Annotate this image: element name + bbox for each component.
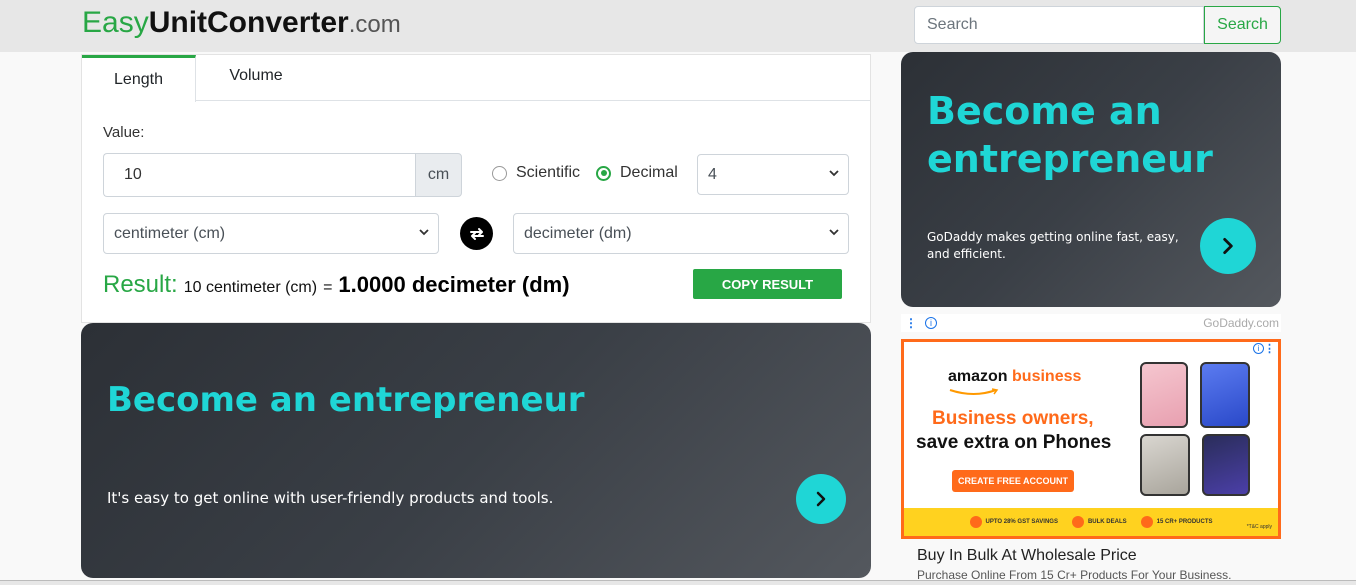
ad-info-icon[interactable]: i	[925, 317, 937, 329]
site-header: EasyUnitConverter.com Search	[0, 0, 1356, 52]
chevron-down-icon	[829, 229, 839, 236]
from-unit-value: centimeter (cm)	[114, 224, 226, 242]
copy-result-button[interactable]: COPY RESULT	[693, 269, 842, 299]
decimal-radio-label: Decimal	[620, 164, 678, 181]
ad-attribution-bar: ⋮ i GoDaddy.com	[901, 314, 1281, 332]
page-bottom-edge	[0, 580, 1356, 585]
amazon-business-ad[interactable]: i ⋮ amazon business Business owners, sav…	[901, 339, 1281, 539]
decimal-radio-circle[interactable]	[596, 165, 611, 181]
tab-length[interactable]: Length	[82, 55, 196, 102]
to-unit-select[interactable]: decimeter (dm)	[513, 213, 849, 254]
amazon-smile-icon	[949, 388, 999, 395]
chevron-down-icon	[419, 229, 429, 236]
swap-icon	[469, 227, 484, 240]
swap-units-button[interactable]	[460, 217, 493, 250]
to-unit-value: decimeter (dm)	[524, 224, 632, 242]
bulk-ad-title[interactable]: Buy In Bulk At Wholesale Price	[917, 547, 1137, 565]
ad-source[interactable]: GoDaddy.com	[1203, 316, 1279, 330]
ad-side-headline: Become an entrepreneur	[927, 89, 1213, 181]
amazon-headline-1: Business owners,	[932, 408, 1094, 429]
phone-image	[1200, 362, 1250, 428]
ad-side-subtext: GoDaddy makes getting online fast, easy,…	[927, 230, 1179, 261]
benefit-label: UPTO 28% GST SAVINGS	[985, 519, 1058, 525]
benefit-icon	[969, 516, 982, 528]
value-label: Value:	[103, 124, 145, 141]
result-from: 10 centimeter (cm)	[183, 279, 318, 296]
create-account-button[interactable]: CREATE FREE ACCOUNT	[952, 470, 1074, 492]
logo-com: .com	[348, 11, 401, 38]
chevron-right-icon	[1223, 237, 1233, 255]
terms-note: *T&C apply	[1246, 524, 1272, 530]
search-button[interactable]: Search	[1204, 6, 1281, 44]
phone-image	[1140, 362, 1188, 428]
conversion-result: Result: 10 centimeter (cm) = 1.0000 deci…	[103, 271, 570, 299]
from-unit-select[interactable]: centimeter (cm)	[103, 213, 439, 254]
ad-options-icon[interactable]: ⋮	[1264, 342, 1275, 355]
logo-easy: Easy	[82, 6, 149, 39]
benefit-item: UPTO 28% GST SAVINGS	[969, 516, 1058, 528]
ad-subtext: It's easy to get online with user-friend…	[107, 489, 554, 507]
value-input[interactable]	[103, 153, 416, 197]
benefit-icon	[1071, 516, 1084, 528]
benefit-label: BULK DEALS	[1087, 519, 1127, 525]
amazon-brand: amazon	[948, 368, 1008, 385]
chevron-down-icon	[829, 170, 839, 177]
benefit-item: BULK DEALS	[1071, 516, 1127, 528]
ad-arrow-button[interactable]	[796, 474, 846, 524]
benefit-label: 15 CR+ PRODUCTS	[1156, 519, 1213, 525]
chevron-right-icon	[816, 491, 826, 507]
phone-image	[1202, 434, 1250, 496]
decimal-radio[interactable]: Decimal	[596, 164, 678, 182]
result-equals: =	[323, 279, 333, 296]
benefit-item: 15 CR+ PRODUCTS	[1140, 516, 1213, 528]
ad-side-arrow-button[interactable]	[1200, 218, 1256, 274]
unit-addon: cm	[415, 153, 462, 197]
amazon-benefits-strip: UPTO 28% GST SAVINGS BULK DEALS 15 CR+ P…	[904, 508, 1278, 536]
decimal-places-value: 4	[708, 165, 717, 183]
amazon-business-logo: amazon business	[948, 368, 1081, 386]
logo-unit-converter: UnitConverter	[148, 6, 349, 39]
scientific-radio[interactable]: Scientific	[492, 164, 580, 182]
business-brand: business	[1012, 368, 1082, 385]
search-input[interactable]	[914, 6, 1204, 44]
unit-tabs: Length Volume	[82, 55, 870, 102]
amazon-headline-2: save extra on Phones	[916, 432, 1112, 453]
site-logo[interactable]: EasyUnitConverter.com	[82, 6, 401, 40]
ad-options-icon[interactable]: ⋮	[905, 316, 917, 330]
benefit-icon	[1140, 516, 1153, 528]
tab-volume[interactable]: Volume	[196, 55, 316, 101]
scientific-radio-circle[interactable]	[492, 165, 507, 181]
scientific-radio-label: Scientific	[516, 164, 581, 181]
result-label: Result:	[103, 271, 178, 298]
godaddy-ad-side[interactable]: Become an entrepreneur GoDaddy makes get…	[901, 52, 1281, 307]
godaddy-ad-main[interactable]: Become an entrepreneur It's easy to get …	[81, 323, 871, 578]
converter-card: Length Volume Value: cm Scientific Decim…	[81, 54, 871, 323]
decimal-places-select[interactable]: 4	[697, 154, 849, 195]
ad-info-icon[interactable]: i	[1253, 343, 1264, 354]
ad-headline: Become an entrepreneur	[107, 380, 585, 420]
phone-image	[1140, 434, 1190, 496]
result-to: 1.0000 decimeter (dm)	[338, 272, 570, 297]
